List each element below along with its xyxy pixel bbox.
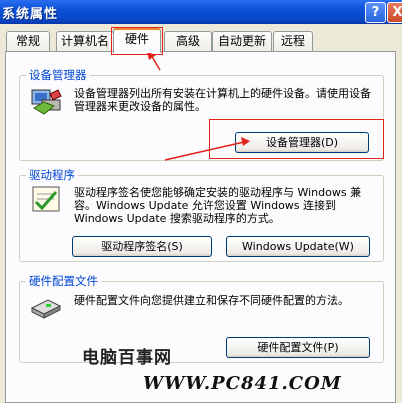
device-manager-arrow-head xyxy=(241,137,250,146)
device-manager-arrow xyxy=(164,141,245,161)
tab-hardware[interactable]: 硬件 xyxy=(113,28,161,53)
watermark-site-name: 电脑百事网 xyxy=(82,348,172,368)
watermark-url: WWW.PC841.COM xyxy=(143,373,342,394)
annotation-arrows xyxy=(147,52,250,161)
hardware-tab-arrow-head xyxy=(147,52,156,60)
